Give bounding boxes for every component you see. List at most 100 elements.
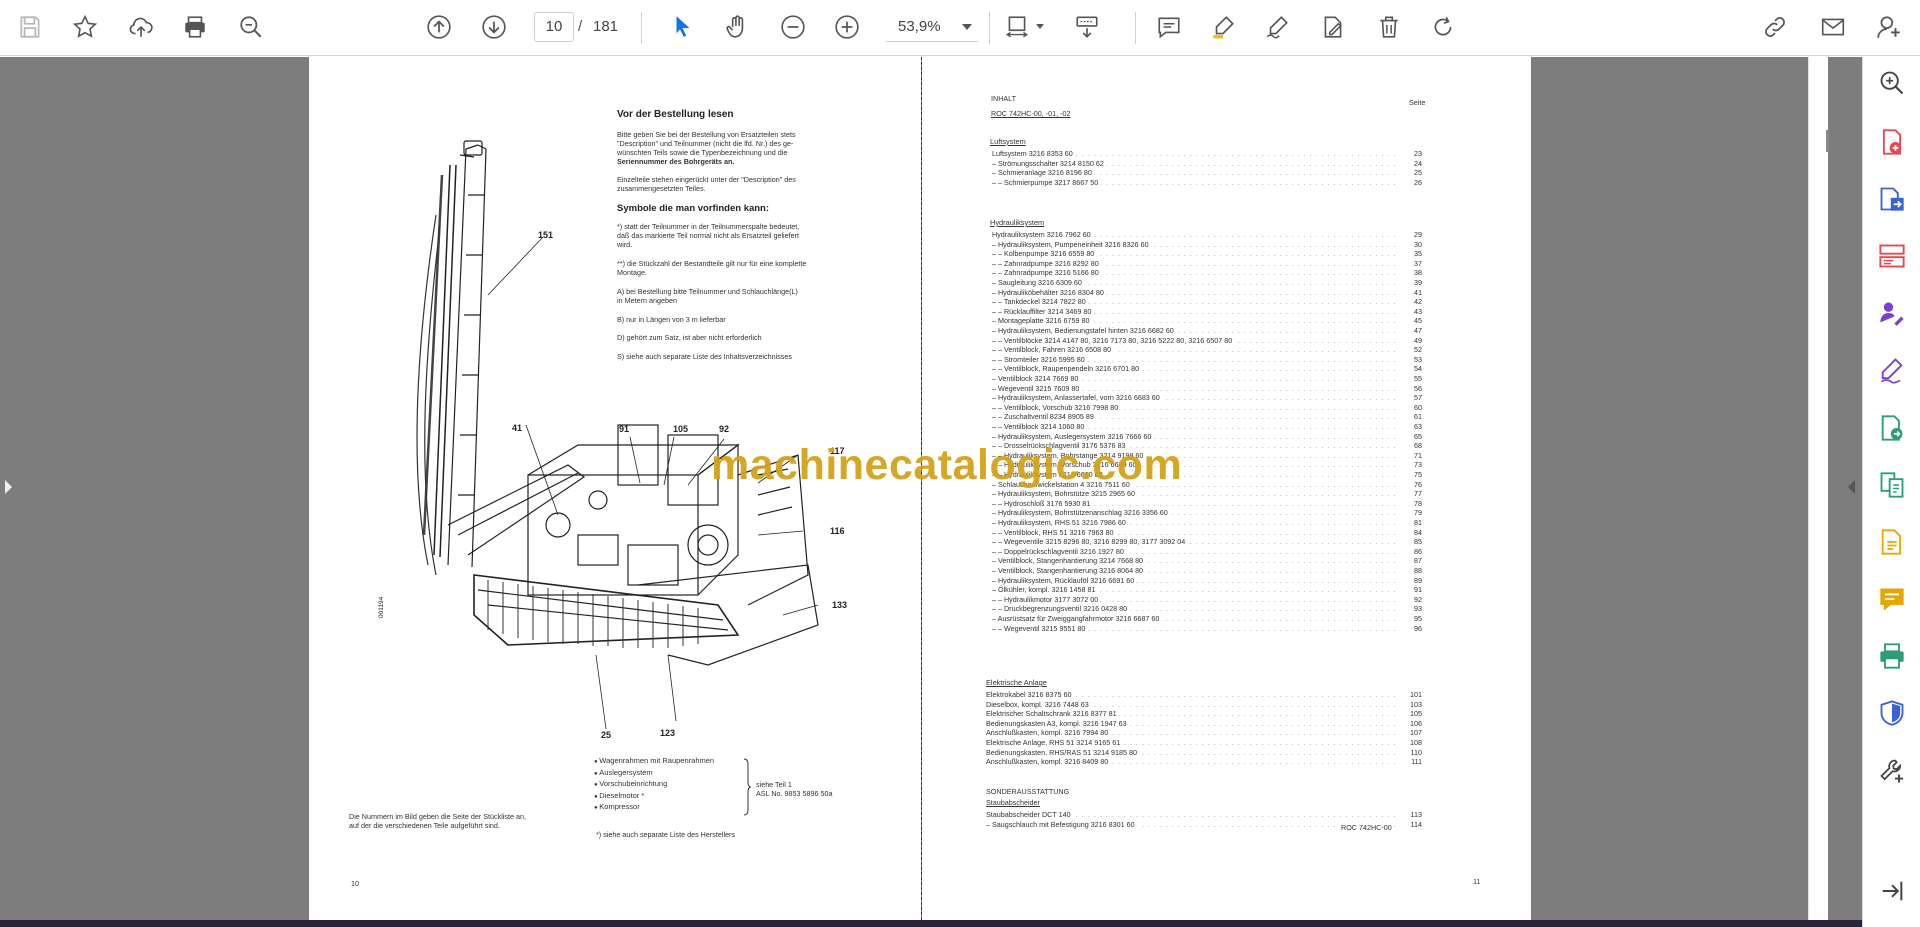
toc-entry[interactable]: . . . . . . . . . . . . . . . . . . . . …: [992, 230, 1422, 240]
toc-entry[interactable]: . . . . . . . . . . . . . . . . . . . . …: [992, 383, 1422, 394]
toc-entry[interactable]: . . . . . . . . . . . . . . . . . . . . …: [992, 508, 1422, 518]
bookmark-star-icon[interactable]: [68, 10, 102, 44]
toc-entry[interactable]: . . . . . . . . . . . . . . . . . . . . …: [986, 718, 1422, 729]
toc-entry[interactable]: . . . . . . . . . . . . . . . . . . . . …: [986, 757, 1422, 767]
toc-entry[interactable]: . . . . . . . . . . . . . . . . . . . . …: [992, 604, 1422, 614]
toc-entry[interactable]: . . . . . . . . . . . . . . . . . . . . …: [986, 738, 1422, 748]
comment-tool-icon[interactable]: [1876, 583, 1908, 615]
edit-pdf-tool-icon[interactable]: [1876, 526, 1908, 558]
toc-entry[interactable]: . . . . . . . . . . . . . . . . . . . . …: [992, 306, 1422, 317]
toc-entry[interactable]: . . . . . . . . . . . . . . . . . . . . …: [992, 489, 1422, 499]
create-pdf-icon[interactable]: [1876, 126, 1908, 158]
comment-icon[interactable]: [1152, 10, 1186, 44]
delete-icon[interactable]: [1372, 10, 1406, 44]
page-number: 10: [351, 879, 359, 888]
fit-page-icon[interactable]: [1000, 10, 1034, 44]
find-zoom-icon[interactable]: [234, 10, 268, 44]
sign-icon[interactable]: [1260, 10, 1294, 44]
toc-entry[interactable]: . . . . . . . . . . . . . . . . . . . . …: [992, 546, 1422, 557]
print-production-icon[interactable]: [1876, 640, 1908, 672]
collapse-panel-icon[interactable]: [1876, 875, 1908, 907]
toc-entry[interactable]: . . . . . . . . . . . . . . . . . . . . …: [992, 316, 1422, 326]
toc-entry[interactable]: . . . . . . . . . . . . . . . . . . . . …: [986, 690, 1422, 700]
zoom-level-dropdown[interactable]: 53,9%: [886, 12, 978, 42]
toc-entry[interactable]: . . . . . . . . . . . . . . . . . . . . …: [992, 556, 1422, 566]
email-icon[interactable]: [1816, 10, 1850, 44]
toc-entry-label: – – Kolbenpumpe 3216 6559 80: [992, 249, 1097, 259]
toc-entry[interactable]: . . . . . . . . . . . . . . . . . . . . …: [992, 374, 1422, 384]
toc-entry[interactable]: . . . . . . . . . . . . . . . . . . . . …: [992, 575, 1422, 586]
scrollbar-thumb[interactable]: [1826, 130, 1829, 152]
send-for-review-icon[interactable]: [1876, 412, 1908, 444]
toc-entry[interactable]: . . . . . . . . . . . . . . . . . . . . …: [992, 278, 1422, 288]
toc-entry[interactable]: . . . . . . . . . . . . . . . . . . . . …: [992, 258, 1422, 269]
zoom-search-icon[interactable]: [1876, 67, 1908, 99]
toc-entry[interactable]: . . . . . . . . . . . . . . . . . . . . …: [992, 527, 1422, 538]
right-panel-toggle-icon[interactable]: [1848, 480, 1855, 494]
hand-pan-icon[interactable]: [720, 10, 754, 44]
toc-entry[interactable]: . . . . . . . . . . . . . . . . . . . . …: [992, 412, 1422, 422]
toc-entry[interactable]: . . . . . . . . . . . . . . . . . . . . …: [992, 297, 1422, 307]
toc-entry[interactable]: . . . . . . . . . . . . . . . . . . . . …: [992, 364, 1422, 374]
request-signature-icon[interactable]: [1876, 297, 1908, 329]
toc-entry[interactable]: . . . . . . . . . . . . . . . . . . . . …: [986, 810, 1422, 820]
share-link-icon[interactable]: [1758, 10, 1792, 44]
toc-entry[interactable]: . . . . . . . . . . . . . . . . . . . . …: [992, 158, 1422, 169]
toc-entry[interactable]: . . . . . . . . . . . . . . . . . . . . …: [992, 518, 1422, 528]
toc-entry[interactable]: . . . . . . . . . . . . . . . . . . . . …: [992, 326, 1422, 336]
toc-entry[interactable]: . . . . . . . . . . . . . . . . . . . . …: [986, 699, 1422, 710]
toc-entry[interactable]: . . . . . . . . . . . . . . . . . . . . …: [986, 747, 1422, 758]
toc-entry[interactable]: . . . . . . . . . . . . . . . . . . . . …: [992, 585, 1422, 595]
save-icon[interactable]: [13, 10, 47, 44]
page-number-input[interactable]: 10: [534, 12, 574, 42]
vertical-scrollbar[interactable]: [1808, 57, 1828, 922]
toc-entry[interactable]: . . . . . . . . . . . . . . . . . . . . …: [986, 728, 1422, 738]
manufacturer-note: *) siehe auch separate Liste des Herstel…: [596, 830, 736, 839]
toc-entry[interactable]: . . . . . . . . . . . . . . . . . . . . …: [992, 422, 1422, 432]
toc-entry-label: – – Ventilblock, RHS 51 3216 7963 80: [992, 527, 1116, 538]
toc-entry[interactable]: . . . . . . . . . . . . . . . . . . . . …: [992, 614, 1422, 624]
left-panel-toggle-icon[interactable]: [5, 480, 12, 494]
rotate-icon[interactable]: [1426, 10, 1460, 44]
organize-pages-icon[interactable]: [1876, 240, 1908, 272]
toc-entry[interactable]: . . . . . . . . . . . . . . . . . . . . …: [992, 623, 1422, 634]
toc-entry[interactable]: . . . . . . . . . . . . . . . . . . . . …: [986, 709, 1422, 719]
toc-entry[interactable]: . . . . . . . . . . . . . . . . . . . . …: [992, 354, 1422, 365]
add-user-icon[interactable]: [1872, 10, 1906, 44]
toc-entry[interactable]: . . . . . . . . . . . . . . . . . . . . …: [992, 177, 1422, 188]
toc-entry[interactable]: . . . . . . . . . . . . . . . . . . . . …: [992, 402, 1422, 413]
instruction-line: Seriennummer des Bohrgeräts an.: [617, 157, 735, 166]
toc-entry[interactable]: . . . . . . . . . . . . . . . . . . . . …: [992, 345, 1422, 355]
print-icon[interactable]: [178, 10, 212, 44]
select-pointer-icon[interactable]: [666, 10, 700, 44]
toolbar-divider: [989, 12, 990, 44]
next-page-icon[interactable]: [477, 10, 511, 44]
toc-entry[interactable]: . . . . . . . . . . . . . . . . . . . . …: [992, 149, 1422, 159]
toc-entry[interactable]: . . . . . . . . . . . . . . . . . . . . …: [992, 268, 1422, 278]
zoom-out-icon[interactable]: [776, 10, 810, 44]
more-tools-icon[interactable]: [1876, 755, 1908, 787]
toc-entry[interactable]: . . . . . . . . . . . . . . . . . . . . …: [992, 393, 1422, 403]
protect-icon[interactable]: [1876, 697, 1908, 729]
toc-entry[interactable]: . . . . . . . . . . . . . . . . . . . . …: [992, 594, 1422, 605]
export-pdf-icon[interactable]: [1876, 183, 1908, 215]
toc-entry[interactable]: . . . . . . . . . . . . . . . . . . . . …: [992, 566, 1422, 576]
toc-entry[interactable]: . . . . . . . . . . . . . . . . . . . . …: [992, 431, 1422, 442]
chevron-down-icon[interactable]: [1036, 24, 1044, 29]
highlight-icon[interactable]: [1206, 10, 1240, 44]
scroll-mode-icon[interactable]: [1070, 10, 1104, 44]
previous-page-icon[interactable]: [422, 10, 456, 44]
figure-note: auf der die verschiedenen Teile aufgefüh…: [349, 821, 500, 830]
zoom-in-icon[interactable]: [830, 10, 864, 44]
toc-entry[interactable]: . . . . . . . . . . . . . . . . . . . . …: [992, 249, 1422, 259]
toc-entry[interactable]: . . . . . . . . . . . . . . . . . . . . …: [992, 498, 1422, 509]
fill-sign-icon[interactable]: [1876, 354, 1908, 386]
toc-entry[interactable]: . . . . . . . . . . . . . . . . . . . . …: [992, 168, 1422, 178]
upload-cloud-icon[interactable]: [124, 10, 158, 44]
edit-pdf-icon[interactable]: [1316, 10, 1350, 44]
toc-entry[interactable]: . . . . . . . . . . . . . . . . . . . . …: [992, 335, 1422, 346]
toc-entry[interactable]: . . . . . . . . . . . . . . . . . . . . …: [992, 537, 1422, 547]
toc-entry[interactable]: . . . . . . . . . . . . . . . . . . . . …: [992, 287, 1422, 298]
compare-files-icon[interactable]: [1876, 469, 1908, 501]
toc-entry[interactable]: . . . . . . . . . . . . . . . . . . . . …: [992, 239, 1422, 250]
